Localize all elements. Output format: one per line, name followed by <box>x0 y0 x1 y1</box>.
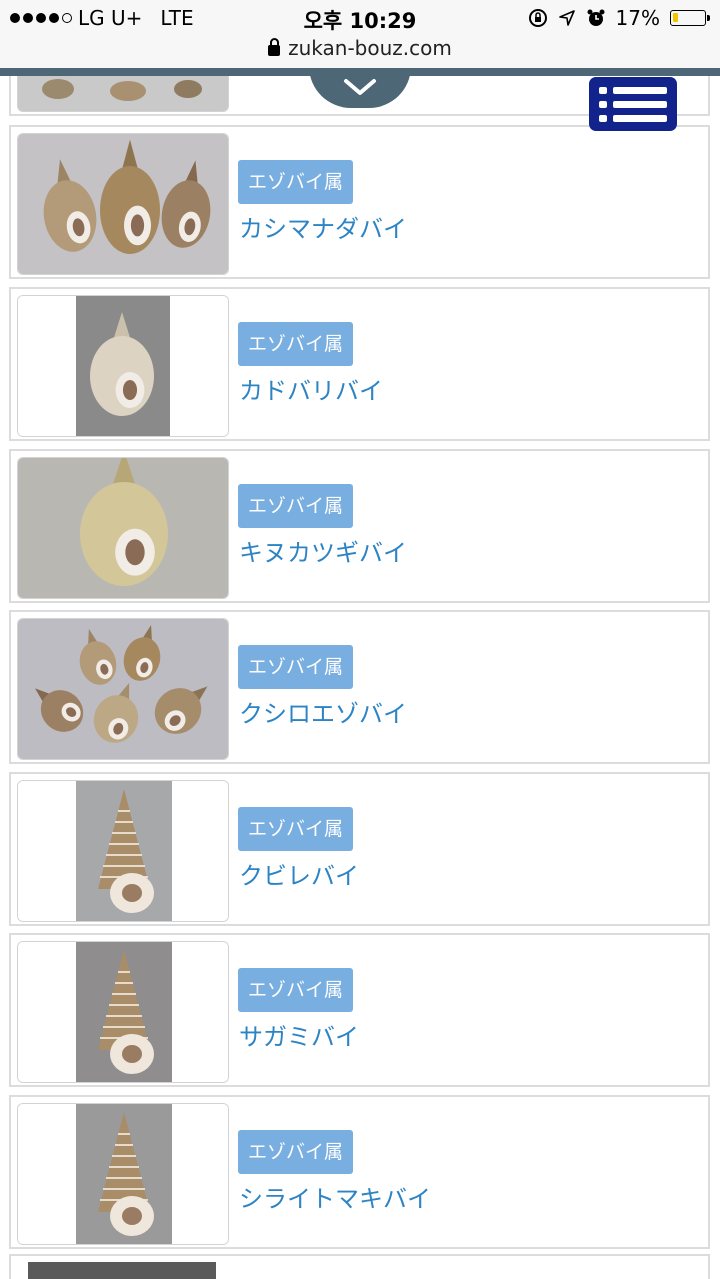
species-name-link[interactable]: カドバリバイ <box>239 371 383 406</box>
species-name-link[interactable]: キヌカツギバイ <box>239 533 407 568</box>
thumbnail-image <box>17 76 229 112</box>
species-name-link[interactable]: クシロエゾバイ <box>239 694 407 729</box>
list-item[interactable]: エゾバイ属キヌカツギバイ <box>9 449 710 603</box>
genus-tag[interactable]: エゾバイ属 <box>238 807 354 851</box>
species-list: エゾバイ属 カシマナダバイ エゾバイ属 カドバリバイ エゾバイ属 キヌカツギバイ エゾバイ属… <box>0 76 720 1279</box>
thumbnail-image <box>17 618 229 760</box>
location-arrow-icon <box>558 10 575 26</box>
battery-percent: 17% <box>615 6 660 30</box>
thumbnail-image <box>28 1262 216 1279</box>
list-item[interactable]: エゾバイ属クシロエゾバイ <box>9 610 710 764</box>
species-name-link[interactable]: サガミバイ <box>239 1017 359 1052</box>
species-name-link[interactable]: カシマナダバイ <box>239 209 407 244</box>
genus-tag[interactable]: エゾバイ属 <box>238 1130 354 1174</box>
list-item[interactable]: エゾバイ属カドバリバイ <box>9 287 710 441</box>
site-header-bar <box>0 68 720 76</box>
species-name-link[interactable]: クビレバイ <box>239 856 359 891</box>
url-text: zukan-bouz.com <box>288 36 452 60</box>
genus-tag[interactable]: エゾバイ属 <box>238 322 354 366</box>
list-item-partial[interactable] <box>9 1254 710 1279</box>
address-bar[interactable]: zukan-bouz.com <box>0 34 720 68</box>
chevron-down-icon <box>344 79 376 95</box>
thumbnail-image <box>17 295 229 437</box>
genus-tag[interactable]: エゾバイ属 <box>238 160 354 204</box>
alarm-clock-icon <box>587 9 605 26</box>
list-item[interactable]: エゾバイ属シライトマキバイ <box>9 1095 710 1249</box>
status-bar: LG U+ LTE 오후 10:29 17% <box>0 0 720 34</box>
list-item[interactable]: エゾバイ属クビレバイ <box>9 772 710 926</box>
thumbnail-image <box>17 1103 229 1245</box>
status-icons: 17% <box>528 6 710 30</box>
rotation-lock-icon <box>528 9 547 27</box>
lock-icon <box>268 38 281 56</box>
battery-icon <box>670 10 710 26</box>
list-item[interactable]: エゾバイ属サガミバイ <box>9 933 710 1087</box>
menu-button[interactable] <box>589 77 677 131</box>
thumbnail-image <box>17 133 229 275</box>
thumbnail-image <box>17 780 229 922</box>
thumbnail-image <box>17 941 229 1083</box>
genus-tag[interactable]: エゾバイ属 <box>238 968 354 1012</box>
genus-tag[interactable]: エゾバイ属 <box>238 484 354 528</box>
thumbnail-image <box>17 457 229 599</box>
genus-tag[interactable]: エゾバイ属 <box>238 645 354 689</box>
list-item[interactable]: エゾバイ属カシマナダバイ <box>9 125 710 279</box>
species-name-link[interactable]: シライトマキバイ <box>239 1179 431 1214</box>
